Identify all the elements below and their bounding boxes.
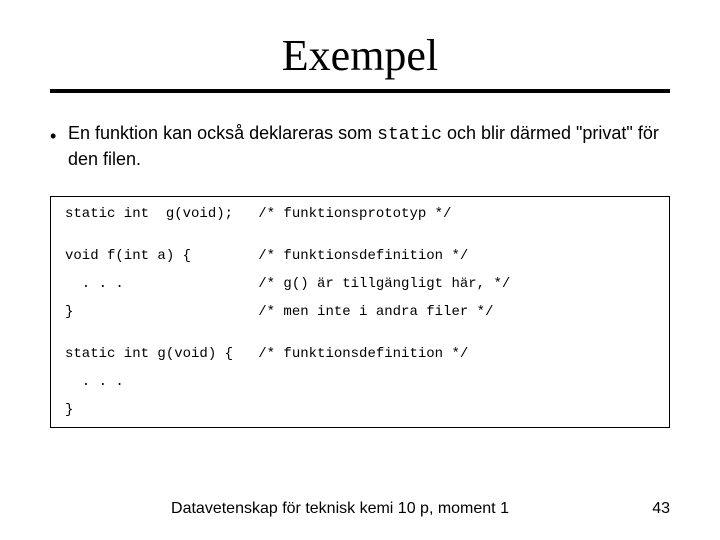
slide: Exempel • En funktion kan också deklarer… [0,0,720,540]
code-block: static int g(void); /* funktionsprototyp… [50,196,670,428]
slide-title: Exempel [50,30,670,81]
bullet-marker: • [50,121,68,148]
bullet-text: En funktion kan också deklareras som sta… [68,121,670,172]
bullet-pre: En funktion kan också deklareras som [68,123,377,143]
bullet-code: static [377,125,442,145]
footer-course: Datavetenskap för teknisk kemi 10 p, mom… [50,500,630,518]
footer: Datavetenskap för teknisk kemi 10 p, mom… [0,500,720,518]
title-divider [50,89,670,93]
bullet-item: • En funktion kan också deklareras som s… [50,121,670,172]
footer-page: 43 [630,500,670,518]
